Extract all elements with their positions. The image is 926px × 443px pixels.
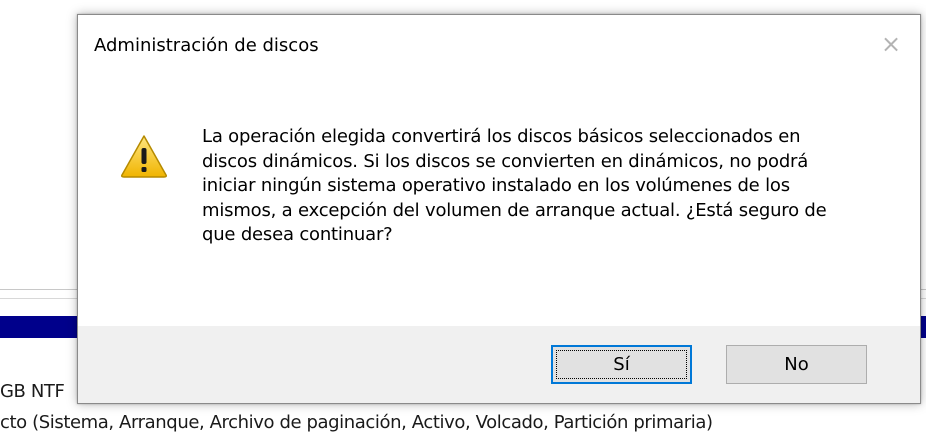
dialog-message: La operación elegida convertirá los disc… bbox=[202, 126, 827, 245]
warning-icon bbox=[121, 135, 167, 178]
focus-rectangle bbox=[556, 350, 687, 379]
dialog-title: Administración de discos bbox=[94, 35, 319, 56]
no-button-label: No bbox=[784, 354, 809, 375]
dialog-button-bar: Sí No bbox=[78, 326, 920, 403]
confirmation-dialog: Administración de discos × La operación … bbox=[77, 14, 921, 404]
background-disk-size-text: GB NTF bbox=[0, 381, 65, 402]
background-partition-status-text: cto (Sistema, Arranque, Archivo de pagin… bbox=[0, 412, 713, 433]
close-icon[interactable]: × bbox=[878, 31, 904, 57]
yes-button[interactable]: Sí bbox=[551, 345, 692, 384]
no-button[interactable]: No bbox=[726, 345, 867, 384]
